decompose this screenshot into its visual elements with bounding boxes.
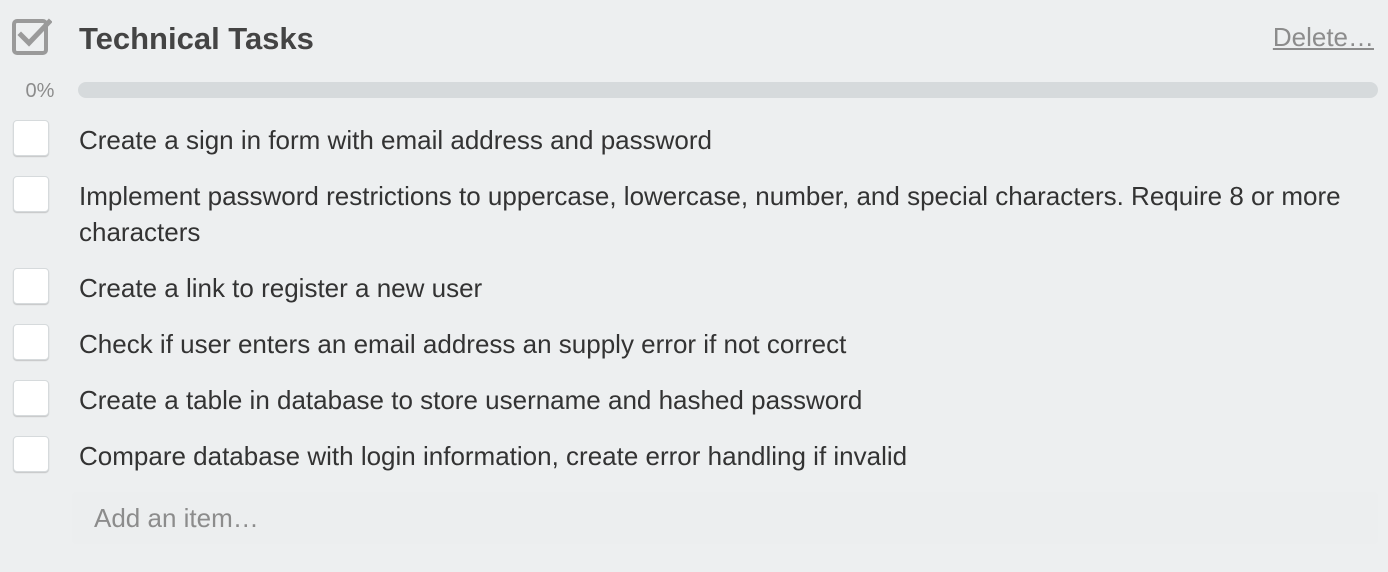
item-checkbox[interactable] (13, 436, 49, 472)
checklist: Technical Tasks Delete… 0% Create a sign… (0, 0, 1388, 572)
progress-bar (78, 82, 1378, 98)
item-checkbox[interactable] (13, 268, 49, 304)
item-checkbox[interactable] (13, 176, 49, 212)
item-text[interactable]: Create a table in database to store user… (79, 382, 1364, 418)
delete-checklist-link[interactable]: Delete… (1273, 19, 1374, 55)
progress-percentage: 0% (25, 80, 55, 102)
item-text[interactable]: Check if user enters an email address an… (79, 326, 1364, 362)
item-checkbox[interactable] (13, 380, 49, 416)
item-checkbox[interactable] (13, 324, 49, 360)
item-text[interactable]: Create a link to register a new user (79, 270, 1364, 306)
item-text[interactable]: Implement password restrictions to upper… (79, 178, 1364, 250)
item-checkbox[interactable] (13, 120, 49, 156)
checklist-title[interactable]: Technical Tasks (79, 19, 314, 59)
checklist-icon (12, 17, 53, 57)
item-text[interactable]: Compare database with login information,… (79, 438, 1364, 474)
item-text[interactable]: Create a sign in form with email address… (79, 122, 1364, 158)
add-item-input[interactable]: Add an item… (72, 492, 1378, 544)
